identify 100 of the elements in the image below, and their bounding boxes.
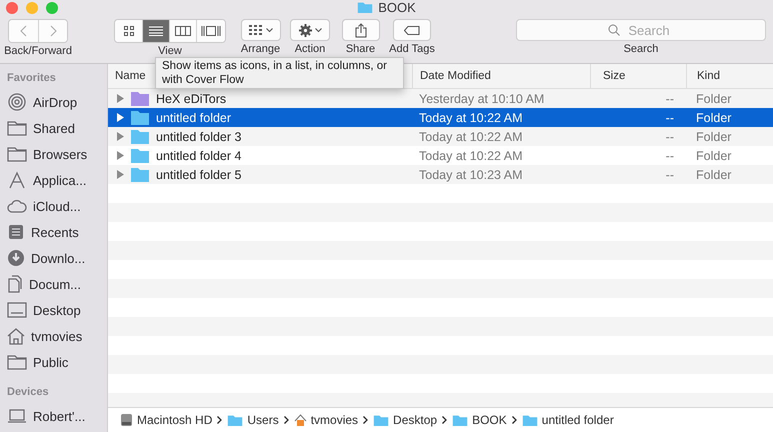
chevron-right-icon xyxy=(50,25,56,37)
sidebar-item[interactable]: Desktop xyxy=(7,297,107,323)
view-mode-control[interactable] xyxy=(114,19,226,43)
date-cell-text: Today at 10:22 AM xyxy=(418,130,524,144)
date-cell-text: Today at 10:23 AM xyxy=(418,168,524,182)
applications-icon xyxy=(7,171,27,189)
file-row[interactable]: untitled folder 5 Today at 10:23 AM -- Folder xyxy=(108,165,773,184)
sidebar-heading: Devices xyxy=(7,386,50,398)
home-icon xyxy=(294,414,307,426)
view-mode-button[interactable] xyxy=(196,20,225,42)
column-header[interactable]: Size xyxy=(590,64,686,88)
cloud-icon xyxy=(7,199,27,213)
chevron-right-icon xyxy=(512,416,517,424)
file-row[interactable]: untitled folder Today at 10:22 AM -- Folder xyxy=(108,108,773,127)
sidebar-item[interactable]: Robert'... xyxy=(7,403,107,429)
disclosure-triangle-icon[interactable] xyxy=(117,151,124,160)
kind-cell-text: Folder xyxy=(695,148,732,162)
hard-drive-icon xyxy=(120,413,133,427)
sidebar-item[interactable]: Recents xyxy=(7,219,107,245)
sidebar-item[interactable]: Downlo... xyxy=(7,245,107,271)
kind-cell-text: Folder xyxy=(695,92,732,106)
list-view-icon xyxy=(149,26,163,36)
file-name: HeX eDiTors xyxy=(156,92,226,106)
sidebar-item[interactable]: Shared xyxy=(7,115,107,141)
sidebar-item[interactable]: Applica... xyxy=(7,167,107,193)
path-item[interactable]: tvmovies xyxy=(294,413,358,427)
sidebar-item[interactable]: Docum... xyxy=(7,271,107,297)
file-name: untitled folder 5 xyxy=(156,168,242,182)
file-name: untitled folder xyxy=(156,110,232,124)
path-item[interactable]: Users xyxy=(227,413,279,427)
kind-cell-text: Folder xyxy=(695,130,732,144)
grid-icon xyxy=(248,25,262,35)
sidebar-heading: Favorites xyxy=(7,72,57,84)
tag-icon xyxy=(404,26,420,34)
chevron-right-icon xyxy=(363,416,368,424)
kind-cell-text: Folder xyxy=(695,110,732,124)
toolbar-label: Action xyxy=(294,43,326,55)
disclosure-triangle-icon[interactable] xyxy=(117,170,124,179)
share-icon xyxy=(354,22,366,38)
toolbar-label: View xyxy=(158,45,182,57)
window-title: BOOK xyxy=(378,0,416,15)
sidebar-item[interactable]: iCloud... xyxy=(7,193,107,219)
desktop-icon xyxy=(7,302,27,318)
document-icon xyxy=(7,275,23,293)
disclosure-triangle-icon[interactable] xyxy=(117,113,124,122)
sidebar-item[interactable]: tvmovies xyxy=(7,323,107,349)
search-icon xyxy=(608,24,620,36)
file-name: untitled folder 3 xyxy=(156,130,242,144)
toolbar-label: Add Tags xyxy=(389,43,435,55)
columns-view-icon xyxy=(175,26,191,36)
path-item[interactable]: untitled folder xyxy=(522,413,614,427)
recents-icon xyxy=(7,223,25,241)
view-mode-button[interactable] xyxy=(142,20,169,42)
toolbar-label: Search xyxy=(624,43,658,55)
folder-icon xyxy=(7,146,27,162)
size-cell-text: -- xyxy=(664,110,675,124)
tooltip: Show items as icons, in a list, in columns, or with Cover Flow xyxy=(155,57,404,89)
home-icon xyxy=(7,327,25,345)
gear-icon xyxy=(298,24,312,36)
path-item[interactable]: Desktop xyxy=(373,413,438,427)
chevron-right-icon xyxy=(217,416,222,424)
date-cell-text: Yesterday at 10:10 AM xyxy=(418,92,546,106)
size-cell-text: -- xyxy=(664,92,675,106)
folder-icon xyxy=(373,414,390,426)
chevron-left-icon xyxy=(20,25,27,37)
chevron-right-icon xyxy=(284,416,289,424)
size-cell-text: -- xyxy=(664,168,675,182)
search-field[interactable]: Search xyxy=(516,19,766,41)
path-item[interactable]: Macintosh HD xyxy=(120,413,212,427)
share-button[interactable] xyxy=(342,19,380,41)
download-icon xyxy=(7,249,25,267)
folder-icon xyxy=(357,1,374,14)
path-item[interactable]: BOOK xyxy=(452,413,507,427)
folder-icon xyxy=(522,414,538,426)
chevron-right-icon xyxy=(442,416,448,424)
kind-cell-text: Folder xyxy=(695,168,732,182)
laptop-icon xyxy=(7,409,27,423)
folder-icon xyxy=(227,414,244,426)
chevron-down-icon xyxy=(314,28,322,32)
size-cell-text: -- xyxy=(664,148,675,162)
tag-button[interactable] xyxy=(393,19,431,41)
toolbar-label: Share xyxy=(346,43,376,55)
chevron-down-icon xyxy=(266,28,272,32)
sidebar-item[interactable]: Public xyxy=(7,349,107,375)
file-row[interactable]: untitled folder 4 Today at 10:22 AM -- Folder xyxy=(108,146,773,165)
disclosure-triangle-icon[interactable] xyxy=(117,132,124,141)
action-button[interactable] xyxy=(290,19,330,41)
file-row[interactable]: HeX eDiTors Yesterday at 10:10 AM -- Folder xyxy=(108,89,773,108)
sidebar-item[interactable]: AirDrop xyxy=(7,89,107,115)
toolbar-label: Arrange xyxy=(240,43,280,55)
sidebar-item[interactable]: Browsers xyxy=(7,141,107,167)
column-header[interactable]: Kind xyxy=(686,64,773,88)
toolbar-label: Back/Forward xyxy=(4,45,72,57)
size-cell-text: -- xyxy=(664,130,675,144)
file-row[interactable]: untitled folder 3 Today at 10:22 AM -- Folder xyxy=(108,127,773,146)
column-header[interactable]: Date Modified xyxy=(412,64,590,88)
airdrop-icon xyxy=(7,92,27,112)
arrange-button[interactable] xyxy=(240,19,280,41)
folder-icon xyxy=(7,354,27,370)
disclosure-triangle-icon[interactable] xyxy=(117,94,124,103)
